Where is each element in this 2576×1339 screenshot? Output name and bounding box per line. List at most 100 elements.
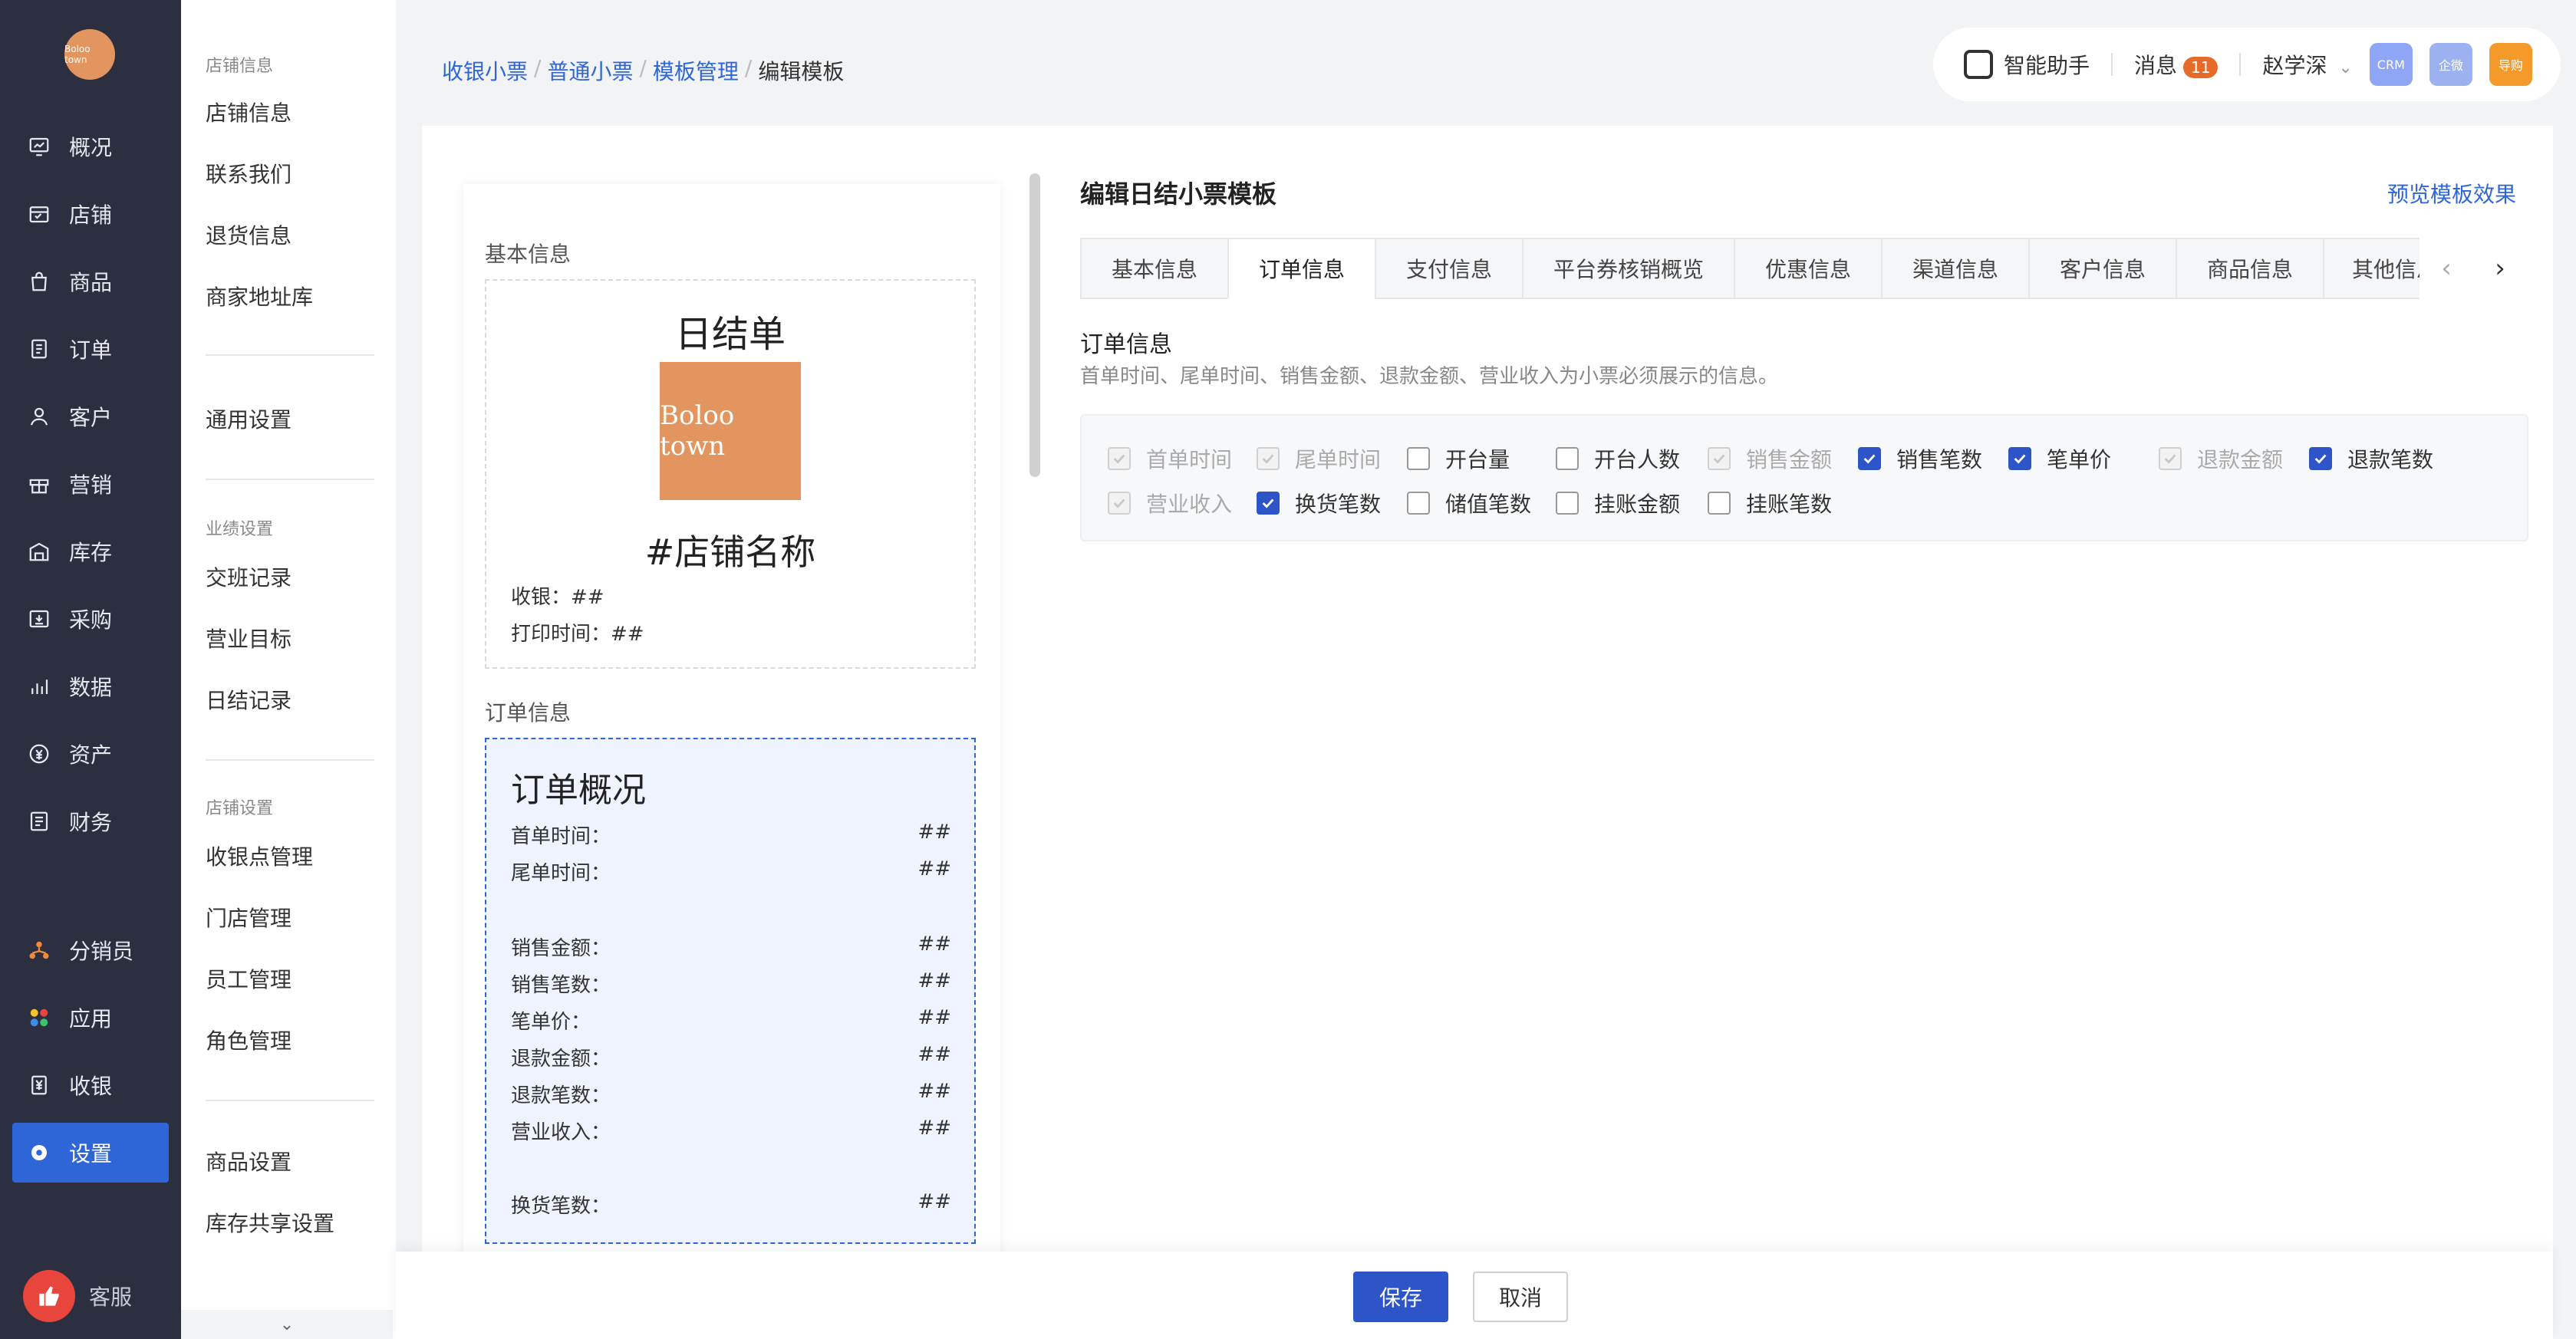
customer-service-label: 客服 xyxy=(89,1285,133,1310)
nav-item-data[interactable]: 数据 xyxy=(12,656,169,716)
section-description: 首单时间、尾单时间、销售金额、退款金额、营业收入为小票必须展示的信息。 xyxy=(1080,365,1779,388)
nav-item-assets[interactable]: 资产 xyxy=(12,724,169,784)
tab-channel-info[interactable]: 渠道信息 xyxy=(1881,238,2028,299)
user-menu[interactable]: 赵学深 ⌄ xyxy=(2262,49,2352,80)
nav-item-overview[interactable]: 概况 xyxy=(12,117,169,176)
receipt-row: 笔单价： ## xyxy=(511,1006,951,1034)
app-label: 企微 xyxy=(2438,58,2463,73)
nav-label: 财务 xyxy=(69,810,113,835)
nav-item-finance[interactable]: 财务 xyxy=(12,791,169,851)
app-label: 导购 xyxy=(2498,58,2523,73)
tab-platform-coupon[interactable]: 平台券核销概览 xyxy=(1522,238,1734,299)
check-icon xyxy=(2159,447,2182,470)
checkbox-box xyxy=(1708,492,1731,515)
preview-template-link[interactable]: 预览模板效果 xyxy=(2387,178,2516,209)
submenu-item-general-settings[interactable]: 通用设置 xyxy=(206,403,292,434)
messages-button[interactable]: 消息 11 xyxy=(2134,49,2219,80)
submenu-item-inventory-sharing[interactable]: 库存共享设置 xyxy=(206,1207,334,1238)
receipt-basic-title: 基本信息 xyxy=(485,242,572,267)
nav-label: 店铺 xyxy=(69,202,113,228)
wecom-app-icon[interactable]: 企微 xyxy=(2429,43,2472,86)
submenu-item-store-info[interactable]: 店铺信息 xyxy=(206,97,292,127)
crm-app-icon[interactable]: CRM xyxy=(2369,43,2413,86)
submenu-item-daily-records[interactable]: 日结记录 xyxy=(206,684,292,715)
nav-item-inventory[interactable]: 库存 xyxy=(12,521,169,581)
checkbox-credit-count[interactable]: 挂账笔数 xyxy=(1708,488,1832,518)
submenu-expand-toggle[interactable]: ⌄ xyxy=(181,1310,393,1339)
check-icon xyxy=(1708,447,1731,470)
cancel-button[interactable]: 取消 xyxy=(1473,1272,1568,1322)
nav-item-cashier[interactable]: 收银 xyxy=(12,1055,169,1115)
tab-order-info[interactable]: 订单信息 xyxy=(1227,238,1375,299)
submenu-item-store-management[interactable]: 门店管理 xyxy=(206,902,292,933)
nav-item-customers[interactable]: 客户 xyxy=(12,387,169,446)
checkbox-last-order-time[interactable]: 尾单时间 xyxy=(1257,443,1381,474)
nav-item-distributor[interactable]: 分销员 xyxy=(12,920,169,980)
nav-label: 资产 xyxy=(69,742,113,768)
tab-customer-info[interactable]: 客户信息 xyxy=(2028,238,2176,299)
save-button[interactable]: 保存 xyxy=(1353,1272,1448,1322)
submenu-item-role-management[interactable]: 角色管理 xyxy=(206,1025,292,1055)
checkbox-exchange-count[interactable]: 换货笔数 xyxy=(1257,488,1381,518)
nav-item-products[interactable]: 商品 xyxy=(12,252,169,311)
guide-app-icon[interactable]: 导购 xyxy=(2489,43,2532,86)
breadcrumb-link[interactable]: 普通小票 xyxy=(547,55,633,86)
smart-assistant-button[interactable]: 智能助手 xyxy=(1964,49,2090,80)
submenu-item-business-target[interactable]: 营业目标 xyxy=(206,623,292,653)
checkbox-refund-count[interactable]: 退款笔数 xyxy=(2309,443,2433,474)
checkbox-stored-value-count[interactable]: 储值笔数 xyxy=(1407,488,1531,518)
checkbox-first-order-time[interactable]: 首单时间 xyxy=(1108,443,1232,474)
checkbox-avg-order[interactable]: 笔单价 xyxy=(2008,443,2111,474)
tab-product-info[interactable]: 商品信息 xyxy=(2176,238,2323,299)
preview-scrollbar[interactable] xyxy=(1029,173,1040,477)
receipt-order-block[interactable]: 订单概况 首单时间： ## 尾单时间： ## 销售金额： ## 销售笔数： ## 笔单价… xyxy=(485,738,976,1244)
divider xyxy=(206,759,374,761)
app-label: CRM xyxy=(2377,57,2405,72)
section-title: 订单信息 xyxy=(1080,331,1172,358)
submenu-item-return-info[interactable]: 退货信息 xyxy=(206,219,292,250)
breadcrumb-link[interactable]: 模板管理 xyxy=(653,55,739,86)
tab-other-info[interactable]: 其他信息 xyxy=(2323,238,2420,299)
divider xyxy=(206,354,374,356)
receipt-row: 尾单时间： ## xyxy=(511,857,951,885)
chevron-right-icon[interactable]: › xyxy=(2473,238,2527,299)
submenu-item-shift-records[interactable]: 交班记录 xyxy=(206,561,292,592)
checkbox-sales-count[interactable]: 销售笔数 xyxy=(1858,443,1982,474)
nav-item-orders[interactable]: 订单 xyxy=(12,319,169,379)
receipt-preview: 基本信息 日结单 Boloo town #店铺名称 收银：## 打印时间：## … xyxy=(463,184,1000,1339)
receipt-basic-block[interactable]: 日结单 Boloo town #店铺名称 收银：## 打印时间：## xyxy=(485,279,976,669)
checkbox-box xyxy=(1556,447,1579,470)
submenu-item-address-book[interactable]: 商家地址库 xyxy=(206,281,313,311)
submenu-item-contact[interactable]: 联系我们 xyxy=(206,158,292,189)
checkbox-table-count[interactable]: 开台量 xyxy=(1407,443,1510,474)
chevron-left-icon[interactable]: ‹ xyxy=(2420,238,2473,299)
breadcrumb-link[interactable]: 收银小票 xyxy=(442,55,528,86)
nav-label: 客户 xyxy=(69,405,113,430)
checkbox-business-income[interactable]: 营业收入 xyxy=(1108,488,1232,518)
check-icon xyxy=(1108,447,1131,470)
nav-item-store[interactable]: 店铺 xyxy=(12,184,169,244)
tab-payment-info[interactable]: 支付信息 xyxy=(1375,238,1522,299)
tab-discount-info[interactable]: 优惠信息 xyxy=(1734,238,1881,299)
message-count-badge: 11 xyxy=(2183,57,2219,78)
nav-item-marketing[interactable]: 营销 xyxy=(12,454,169,514)
nav-item-apps[interactable]: 应用 xyxy=(12,988,169,1048)
checkbox-sales-amount[interactable]: 销售金额 xyxy=(1708,443,1832,474)
submenu-item-product-settings[interactable]: 商品设置 xyxy=(206,1146,292,1176)
brand-logo[interactable]: Boloo town xyxy=(64,29,115,80)
user-name: 赵学深 xyxy=(2262,53,2327,78)
nav-item-purchase[interactable]: 采购 xyxy=(12,589,169,649)
nav-item-settings[interactable]: 设置 xyxy=(12,1123,169,1183)
checkbox-table-guests[interactable]: 开台人数 xyxy=(1556,443,1680,474)
submenu-item-staff-management[interactable]: 员工管理 xyxy=(206,963,292,994)
purchase-icon xyxy=(28,607,51,630)
checkbox-refund-amount[interactable]: 退款金额 xyxy=(2159,443,2283,474)
tab-basic-info[interactable]: 基本信息 xyxy=(1080,238,1227,299)
editor-tabs: 基本信息 订单信息 支付信息 平台券核销概览 优惠信息 渠道信息 客户信息 商品… xyxy=(1080,238,2527,299)
checkbox-credit-amount[interactable]: 挂账金额 xyxy=(1556,488,1680,518)
customer-service-button[interactable]: 客服 xyxy=(23,1270,132,1322)
smart-assistant-label: 智能助手 xyxy=(2004,53,2090,78)
nav-label: 采购 xyxy=(69,607,113,633)
receipt-print-time: 打印时间：## xyxy=(511,623,644,646)
submenu-item-cashier-points[interactable]: 收银点管理 xyxy=(206,841,313,871)
